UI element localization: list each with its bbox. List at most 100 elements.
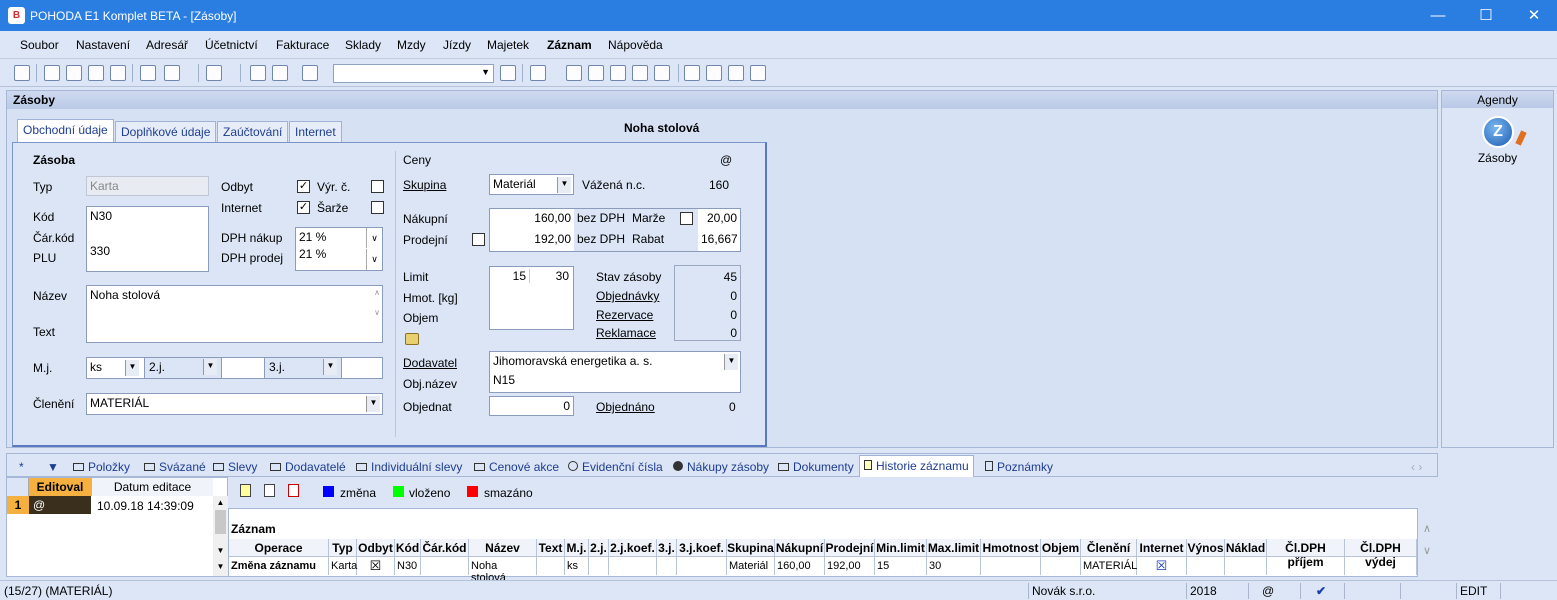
j3-lookup-icon[interactable]: ▼	[323, 359, 337, 375]
menu-sklady[interactable]: Sklady	[345, 38, 381, 52]
kod-input[interactable]: N30	[90, 209, 205, 223]
col-editoval[interactable]: Editoval	[29, 478, 91, 496]
cell-objem[interactable]	[1041, 557, 1081, 575]
message-icon[interactable]	[684, 65, 700, 81]
hdr-vynos[interactable]: Výnos	[1187, 539, 1225, 557]
coins-icon[interactable]	[405, 333, 419, 345]
scroll-up-icon[interactable]: ∧	[374, 288, 380, 297]
objednavky-link[interactable]: Objednávky	[596, 289, 659, 303]
print-preview-icon[interactable]	[88, 65, 104, 81]
carkod-input[interactable]	[90, 223, 205, 244]
hdr-objem[interactable]: Objem	[1041, 539, 1081, 557]
nakupni-input[interactable]: 160,00	[490, 209, 574, 227]
hdr-nakupni[interactable]: Nákupní	[775, 539, 825, 557]
red-doc-icon[interactable]	[288, 484, 299, 497]
rabat-input[interactable]: 16,667	[698, 230, 740, 248]
hdr-typ[interactable]: Typ	[329, 539, 357, 557]
objednano-link[interactable]: Objednáno	[596, 400, 655, 414]
cell-3jkoef[interactable]	[677, 557, 727, 575]
cell-kod[interactable]: N30	[395, 557, 421, 575]
cleneni-lookup-icon[interactable]: ▼	[366, 396, 380, 412]
tab-doplnkove-udaje[interactable]: Doplňkové údaje	[115, 121, 217, 142]
dodavatel-lookup-icon[interactable]: ▼	[724, 354, 738, 370]
maximize-button[interactable]: ☐	[1462, 0, 1510, 31]
coins-icon[interactable]	[632, 65, 648, 81]
close-button[interactable]: ✕	[1510, 0, 1557, 31]
save-all-icon[interactable]	[272, 65, 288, 81]
row-editoval[interactable]: @	[29, 496, 91, 514]
iban-icon[interactable]	[654, 65, 670, 81]
menu-mzdy[interactable]: Mzdy	[397, 38, 426, 52]
cell-typ[interactable]: Karta	[329, 557, 357, 575]
chat-icon[interactable]	[728, 65, 744, 81]
objnazev-input[interactable]: N15	[493, 373, 737, 387]
export-icon[interactable]	[110, 65, 126, 81]
cell-vynos[interactable]	[1187, 557, 1225, 575]
zasoby-agenda-label[interactable]: Zásoby	[1442, 151, 1553, 165]
scroll-down-icon[interactable]: ∨	[1418, 544, 1436, 557]
menu-adresar[interactable]: Adresář	[146, 38, 188, 52]
menu-majetek[interactable]: Majetek	[487, 38, 529, 52]
hdr-cleneni[interactable]: Členění	[1081, 539, 1137, 557]
nazev-input[interactable]: Noha stolová	[90, 288, 379, 302]
hdr-prodejni[interactable]: Prodejní	[825, 539, 875, 557]
tab-dodavatele[interactable]: Dodavatelé	[266, 457, 350, 477]
cell-odbyt-check-icon[interactable]: ☒	[357, 557, 395, 575]
new-record-icon[interactable]	[140, 65, 156, 81]
skupina-lookup-icon[interactable]: ▼	[557, 177, 571, 193]
typ-select[interactable]: Karta	[86, 176, 209, 196]
tab-historie-zaznamu[interactable]: Historie záznamu	[859, 455, 974, 477]
hdr-3j[interactable]: 3.j.	[657, 539, 677, 557]
tab-svazane[interactable]: Svázané	[140, 457, 210, 477]
cell-2jkoef[interactable]	[609, 557, 657, 575]
print-icon[interactable]	[66, 65, 82, 81]
tab-internet[interactable]: Internet	[289, 121, 342, 142]
eraser-icon[interactable]	[566, 65, 582, 81]
cell-cldph-vydej[interactable]	[1345, 557, 1417, 575]
tab-individualni-slevy[interactable]: Individuální slevy	[352, 457, 466, 477]
nazev-textarea[interactable]: Noha stolová ∧ ∨	[86, 285, 383, 343]
menu-nastaveni[interactable]: Nastavení	[76, 38, 130, 52]
cell-text[interactable]	[537, 557, 565, 575]
cell-mj[interactable]: ks	[565, 557, 589, 575]
copy-icon[interactable]	[302, 65, 318, 81]
brush-icon[interactable]	[164, 65, 180, 81]
hdr-skupina[interactable]: Skupina	[727, 539, 775, 557]
hdr-maxlimit[interactable]: Max.limit	[927, 539, 981, 557]
calculator-icon[interactable]	[610, 65, 626, 81]
filter-icon[interactable]	[500, 65, 516, 81]
j2-lookup-icon[interactable]: ▼	[203, 359, 217, 375]
hdr-3jkoef[interactable]: 3.j.koef.	[677, 539, 727, 557]
row-datum[interactable]: 10.09.18 14:39:09	[97, 499, 194, 513]
tab-polozky[interactable]: Položky	[69, 457, 134, 477]
col-datum-editace[interactable]: Datum editace	[91, 478, 213, 496]
hdr-mj[interactable]: M.j.	[565, 539, 589, 557]
mj-lookup-icon[interactable]: ▼	[125, 360, 139, 376]
hdr-operace[interactable]: Operace	[229, 539, 329, 557]
cell-skupina[interactable]: Materiál	[727, 557, 775, 575]
hdr-carkod[interactable]: Čár.kód	[421, 539, 469, 557]
cell-cldph-prijem[interactable]	[1267, 557, 1345, 575]
list-icon[interactable]	[706, 65, 722, 81]
menu-ucetnictvi[interactable]: Účetnictví	[205, 38, 258, 52]
marze-checkbox[interactable]	[680, 212, 693, 225]
hdr-minlimit[interactable]: Min.limit	[875, 539, 927, 557]
cell-minlimit[interactable]: 15	[875, 557, 927, 575]
cell-carkod[interactable]	[421, 557, 469, 575]
cell-naklad[interactable]	[1225, 557, 1267, 575]
vyrc-checkbox[interactable]	[371, 180, 384, 193]
hdr-internet[interactable]: Internet	[1137, 539, 1187, 557]
tab-zauctovani[interactable]: Zaúčtování	[217, 121, 289, 142]
chevron-down-icon[interactable]: ∨	[366, 228, 382, 248]
scroll-down-icon[interactable]: ∨	[374, 308, 380, 317]
hdr-kod[interactable]: Kód	[395, 539, 421, 557]
hdr-hmotnost[interactable]: Hmotnost	[981, 539, 1041, 557]
odbyt-checkbox[interactable]: ✓	[297, 180, 310, 193]
dodavatel-input[interactable]: Jihomoravská energetika a. s.	[493, 354, 737, 368]
menu-fakturace[interactable]: Fakturace	[276, 38, 329, 52]
back-arrow-icon[interactable]	[206, 65, 222, 81]
quick-filter-combo[interactable]: ▼	[333, 64, 494, 83]
hdr-cldph-vydej[interactable]: Čl.DPH výdej	[1345, 539, 1417, 569]
internet-checkbox[interactable]: ✓	[297, 201, 310, 214]
cell-operace[interactable]: Změna záznamu	[229, 557, 329, 575]
